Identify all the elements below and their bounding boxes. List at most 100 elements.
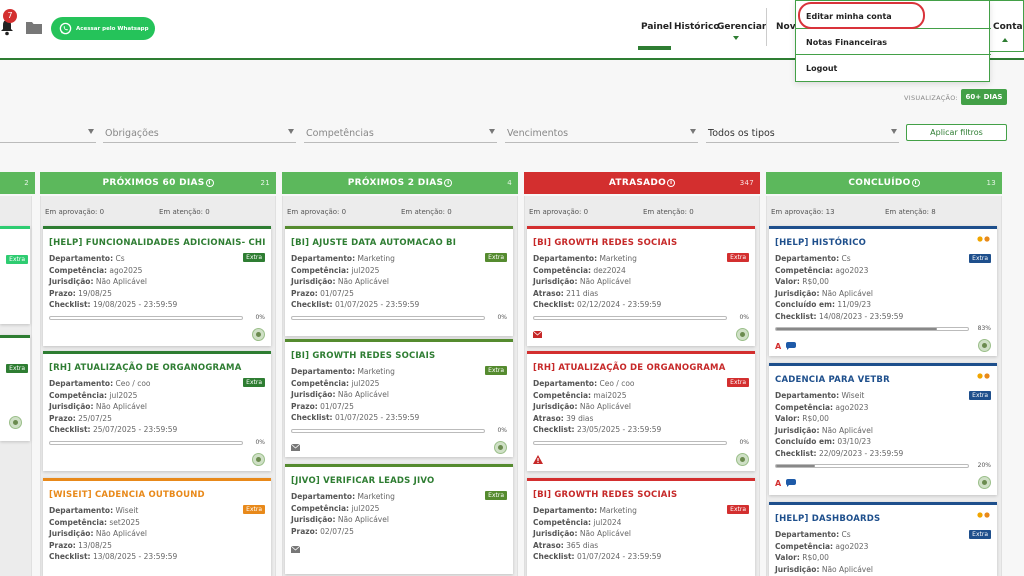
field-value: jul2025 — [107, 390, 138, 400]
card-field: Jurisdição: Não Aplicável — [49, 402, 147, 411]
card-field: Competência: jul2025 — [291, 504, 379, 513]
user-avatar[interactable] — [494, 440, 507, 454]
field-label: Checklist: — [49, 425, 91, 434]
nav-historico[interactable]: Histórico — [674, 22, 720, 32]
field-label: Valor: — [775, 277, 800, 286]
field-value: R$0,00 — [799, 414, 829, 423]
card-field: Jurisdição: Não Aplicável — [49, 277, 147, 286]
field-value: jul2025 — [349, 503, 380, 513]
user-avatar[interactable] — [736, 327, 749, 341]
task-card[interactable]: [RH] ATUALIZAÇÃO DE ORGANOGRAMA Extra Depa… — [527, 351, 755, 471]
user-avatar[interactable] — [978, 339, 991, 352]
filter-tipos[interactable]: Todos os tipos — [706, 124, 899, 143]
pdf-comment-icons[interactable]: A — [775, 478, 797, 487]
field-label: Checklist: — [49, 300, 91, 309]
stat-attention: Em atenção: 8 — [885, 208, 936, 216]
card-field: Checklist: 02/12/2024 - 23:59:59 — [533, 300, 661, 309]
progress-percent: 0% — [739, 438, 749, 446]
card-field: Prazo: 25/07/25 — [49, 414, 112, 423]
filter-obrigacoes[interactable]: Obrigações — [103, 124, 296, 143]
progress-percent: 20% — [977, 462, 991, 469]
card-field: Checklist: 22/09/2023 - 23:59:59 — [775, 449, 903, 458]
card-field: Valor: R$0,00 — [775, 553, 829, 562]
card-field: Jurisdição: Não Aplicável — [533, 402, 631, 411]
user-avatar[interactable] — [9, 416, 22, 429]
task-card[interactable]: [HELP] HISTÓRICO Extra Departamento: Cs Com… — [769, 226, 997, 356]
user-avatar[interactable] — [252, 327, 265, 341]
task-card[interactable]: [BI] GROWTH REDES SOCIAIS Extra Departamen… — [527, 226, 755, 346]
task-card[interactable]: [JIVO] VERIFICAR LEADS JIVO Extra Departam… — [285, 464, 513, 574]
field-label: Departamento: — [775, 530, 840, 539]
progress-bar — [291, 315, 485, 320]
task-card[interactable]: [HELP] FUNCIONALIDADES ADICIONAIS- CHI Ex… — [43, 226, 271, 346]
progress-bar — [291, 428, 485, 433]
card-field: Departamento: Marketing — [291, 492, 395, 501]
menu-item-logout[interactable]: Logout — [806, 64, 837, 73]
warning-icon[interactable] — [533, 454, 543, 464]
pdf-comment-icons[interactable]: A — [775, 341, 797, 350]
task-card[interactable]: CADENCIA PARA VETBR Extra Departamento: Wi… — [769, 363, 997, 495]
email-icon[interactable] — [291, 443, 300, 451]
tag-extra: Extra — [485, 253, 507, 262]
task-card[interactable]: [RH] ATUALIZAÇÃO DE ORGANOGRAMA Extra Depa… — [43, 351, 271, 471]
card-title: CADENCIA PARA VETBR — [775, 375, 890, 385]
info-icon[interactable]: i — [444, 179, 453, 187]
menu-item-financial-notes[interactable]: Notas Financeiras — [806, 38, 887, 47]
filter-competencias-label: Competências — [306, 128, 374, 139]
filter-competencias[interactable]: Competências — [304, 124, 497, 143]
filter-obrigacoes-label: Obrigações — [105, 128, 159, 139]
filter-vencimentos[interactable]: Vencimentos — [505, 124, 698, 143]
card-field: Checklist: 01/07/2025 - 23:59:59 — [291, 300, 419, 309]
progress-bar — [49, 440, 243, 445]
caret-down-icon — [288, 129, 294, 134]
field-label: Jurisdição: — [291, 390, 336, 399]
filter-left-partial[interactable] — [0, 124, 96, 143]
task-card[interactable]: [HELP] DASHBOARDS Extra Departamento: Cs Co… — [769, 502, 997, 576]
field-value: mai2025 — [591, 390, 627, 400]
card-field: Checklist: 25/07/2025 - 23:59:59 — [49, 425, 177, 434]
field-label: Departamento: — [291, 367, 356, 376]
email-icon[interactable] — [291, 546, 300, 553]
field-value: Não Aplicável — [93, 277, 147, 286]
info-icon[interactable]: i — [911, 179, 920, 187]
field-value: Não Aplicável — [577, 402, 631, 411]
field-label: Jurisdição: — [49, 402, 94, 411]
user-avatar[interactable] — [252, 452, 265, 466]
field-value: 03/10/23 — [834, 437, 872, 446]
field-label: Competência: — [49, 517, 108, 527]
folder-icon[interactable] — [26, 20, 42, 34]
field-value: dez2024 — [591, 265, 626, 275]
apply-filters-button[interactable]: Aplicar filtros — [906, 124, 1007, 141]
field-value: Não Aplicável — [819, 564, 873, 574]
info-icon[interactable]: i — [205, 179, 214, 187]
field-label: Checklist: — [775, 448, 817, 458]
tag-extra: Extra — [969, 530, 991, 539]
caret-down-icon — [88, 129, 94, 134]
task-card[interactable]: [BI] GROWTH REDES SOCIAIS Extra Departamen… — [285, 339, 513, 457]
field-value: Marketing — [597, 254, 637, 263]
view-badge[interactable]: 60+ DIAS — [961, 89, 1007, 105]
column-header: PRÓXIMOS 60 DIAS i 21 — [40, 172, 276, 194]
field-label: Atraso: — [533, 413, 564, 423]
field-value: 13/08/25 — [75, 540, 112, 550]
info-icon[interactable]: i — [667, 179, 676, 187]
stat-approval: Em aprovação: 0 — [529, 208, 589, 216]
task-card-partial[interactable]: Extra — [0, 226, 30, 324]
field-label: Jurisdição: — [775, 288, 820, 298]
email-icon[interactable] — [533, 330, 542, 338]
nav-gerenciar[interactable]: Gerenciar — [717, 22, 766, 32]
task-card[interactable]: [BI] GROWTH REDES SOCIAIS Extra Departamen… — [527, 478, 755, 576]
whatsapp-button[interactable]: Acessar pelo Whatsapp — [51, 17, 155, 40]
field-label: Jurisdição: — [291, 515, 336, 524]
account-menu-button[interactable]: Conta — [990, 0, 1024, 52]
user-avatar[interactable] — [978, 476, 991, 489]
task-card[interactable]: [WISEIT] CADENCIA OUTBOUND Extra Departame… — [43, 478, 271, 576]
user-avatar[interactable] — [736, 452, 749, 466]
field-label: Departamento: — [49, 379, 114, 388]
task-card-partial[interactable]: Extra — [0, 335, 30, 441]
field-label: Prazo: — [291, 401, 318, 411]
field-label: Concluído em: — [775, 437, 835, 446]
nav-painel[interactable]: Painel — [641, 22, 672, 32]
card-field: Checklist: 01/07/2025 - 23:59:59 — [291, 413, 419, 422]
task-card[interactable]: [BI] AJUSTE DATA AUTOMACAO BI Extra Depart… — [285, 226, 513, 336]
